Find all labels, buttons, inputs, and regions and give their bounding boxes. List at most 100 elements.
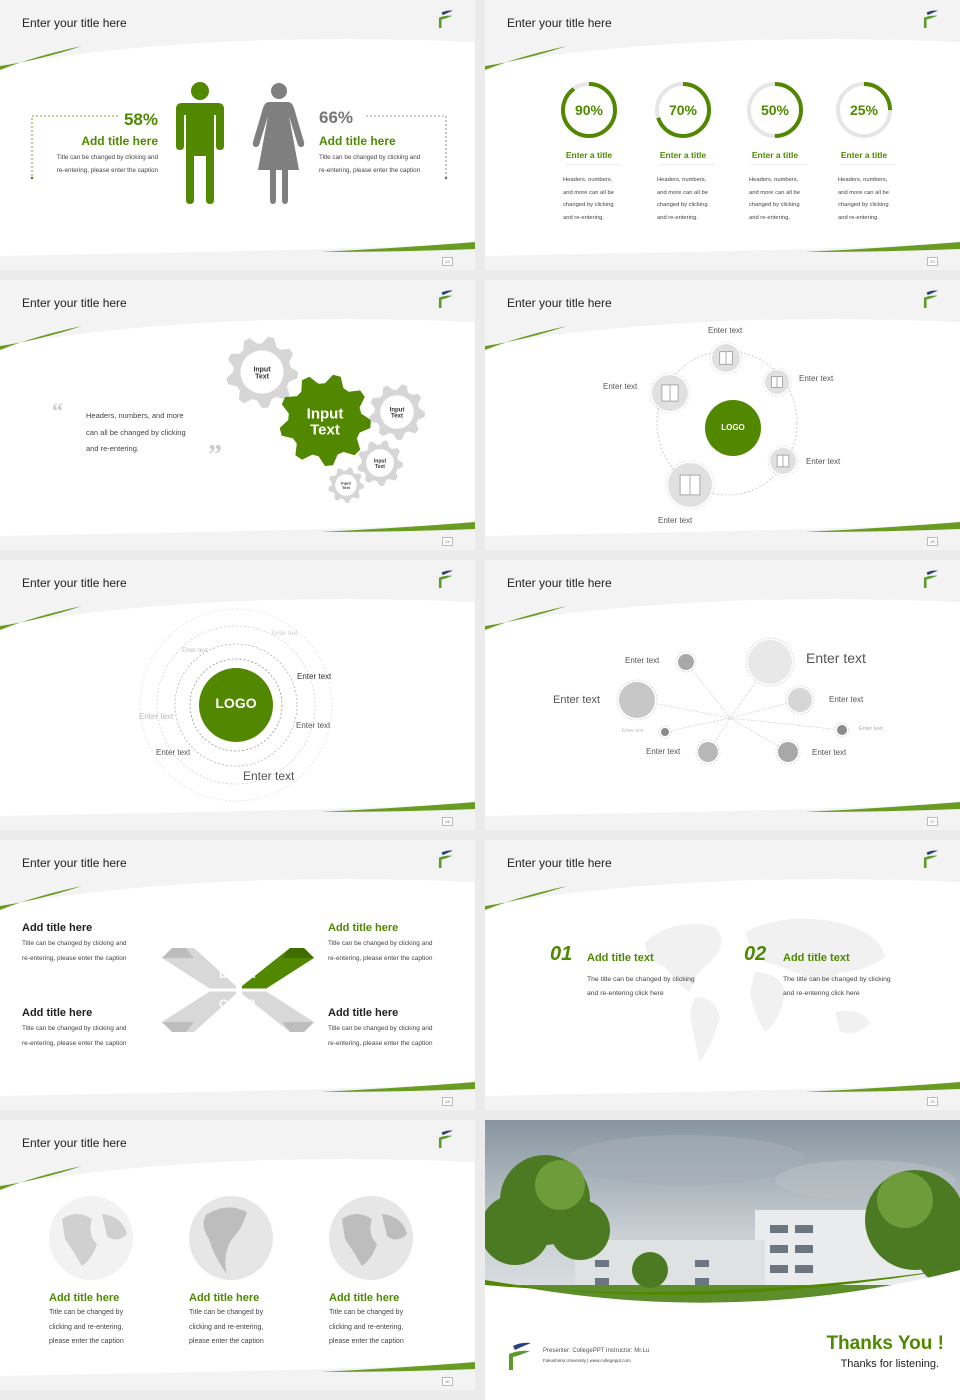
item-text: Headers, numbers, and more can all be chan… xyxy=(838,177,889,221)
progress-percent: 50% xyxy=(760,102,790,118)
slide-title: Enter your title here xyxy=(22,856,127,870)
item-heading: Enter a title xyxy=(840,150,888,160)
gear-label: Input Text xyxy=(374,459,387,470)
item-heading: Enter a title xyxy=(659,150,707,160)
male-heading: Add title here xyxy=(81,134,158,148)
block-b: Add title here Title can be changed by c… xyxy=(328,1007,433,1047)
brand-logo-icon xyxy=(438,1130,454,1148)
globe-icon xyxy=(189,1196,273,1280)
university-info: Fukushima University | www.collegeppt.co… xyxy=(543,1358,631,1363)
gears-diagram: Input TextInput TextInput TextInput TextInpu… xyxy=(226,336,425,503)
gear-label: Input Text xyxy=(307,406,344,439)
female-icon xyxy=(252,83,305,204)
ring-label: Enter text xyxy=(296,721,331,730)
letter-a: A xyxy=(247,967,256,981)
presenter-info: Presenter: CollegePPT Instructor: Mr.Lu xyxy=(543,1348,650,1354)
orbit-label: Enter text xyxy=(806,457,841,466)
slide-numbered-items[interactable]: 01 Add title text The title can be chang… xyxy=(485,840,960,1110)
bubble-label: Enter text xyxy=(625,656,660,665)
campus-photo xyxy=(485,1120,960,1310)
building-icon xyxy=(767,445,799,477)
page-number: 30 xyxy=(442,1377,453,1386)
male-caption: Title can be changed by clicking and re-e… xyxy=(56,154,158,174)
item-text: Headers, numbers, and more can all be chan… xyxy=(563,177,614,221)
slide-background xyxy=(485,39,960,256)
slide-orbit-icons[interactable]: Enter text Enter text Enter text Enter t… xyxy=(485,280,960,550)
gear-label: Input Text xyxy=(390,407,405,419)
brand-logo-icon xyxy=(923,570,939,588)
slide-title: Enter your title here xyxy=(22,1136,127,1150)
ring-label: Enter text xyxy=(297,672,332,681)
logo-label: LOGO xyxy=(215,695,257,711)
item-heading: Enter a title xyxy=(565,150,613,160)
item-heading: Add title text xyxy=(587,952,654,964)
male-icon xyxy=(176,82,224,204)
bubble xyxy=(675,651,697,673)
bubble xyxy=(658,725,672,739)
ring-label: Enter text xyxy=(243,769,295,783)
slide-progress-rings[interactable]: 90% Enter a title Headers, numbers, and mor… xyxy=(485,0,960,270)
progress-percent: 25% xyxy=(849,102,879,118)
female-caption: Title can be changed by clicking and re-e… xyxy=(319,154,421,174)
letter-b: B xyxy=(247,997,256,1011)
ring-label: Enter text xyxy=(156,748,191,757)
slide-gears[interactable]: “ Headers, numbers, and more can all be c… xyxy=(0,280,475,550)
brand-logo-icon xyxy=(438,850,454,868)
building-icon xyxy=(709,341,743,375)
page-number: 27 xyxy=(927,817,938,826)
page-number: 22 xyxy=(442,257,453,266)
page-number: 26 xyxy=(442,817,453,826)
item-heading: Add title text xyxy=(783,952,850,964)
slide-thanks[interactable]: Presenter: CollegePPT Instructor: Mr.Lu … xyxy=(485,1120,960,1400)
female-heading: Add title here xyxy=(319,134,396,148)
item-text: Headers, numbers, and more can all be chan… xyxy=(749,177,800,221)
dotted-connectors xyxy=(30,115,448,180)
bubble-label: Enter text xyxy=(806,650,866,666)
bubble xyxy=(775,739,801,765)
bubble-label: Enter text xyxy=(829,695,864,704)
letter-c: C xyxy=(219,997,228,1011)
slide-globes[interactable]: Add title here Title can be changed by cli… xyxy=(0,1120,475,1390)
bubble xyxy=(745,637,795,687)
block-a: Add title here Title can be changed by c… xyxy=(328,922,433,962)
slide-gender-stats[interactable]: 58% Add title here Title can be changed … xyxy=(0,0,475,270)
item-number: 01 xyxy=(550,943,573,965)
brand-logo-icon xyxy=(923,10,939,28)
thanks-subtitle: Thanks for listening. xyxy=(840,1358,939,1370)
letter-d: D xyxy=(219,967,228,981)
gear-label: Input Text xyxy=(253,366,271,380)
orbit-label: Enter text xyxy=(603,382,638,391)
slide-abcd-arrows[interactable]: Add title here Title can be changed by c… xyxy=(0,840,475,1110)
bubble xyxy=(834,722,850,738)
university-logo xyxy=(509,1342,531,1370)
orbit-label: Enter text xyxy=(658,516,693,525)
ring-label: Enter text xyxy=(139,712,174,721)
block-d: Add title here Title can be changed by c… xyxy=(22,922,127,962)
item-text: Headers, numbers, and more can all be chan… xyxy=(657,177,708,221)
building-icon xyxy=(665,460,715,510)
x-arrows-diagram xyxy=(162,948,314,1032)
building-icon xyxy=(762,367,792,397)
progress-percent: 70% xyxy=(668,102,698,118)
slide-bubble-network[interactable]: Enter text Enter text Enter text Enter t… xyxy=(485,560,960,830)
item-text: The title can be changed by clicking and … xyxy=(783,976,891,997)
bubble-label: Enter text xyxy=(622,728,644,734)
brand-logo-icon xyxy=(438,290,454,308)
slide-concentric[interactable]: LOGO Enter text Enter text Enter text En… xyxy=(0,560,475,830)
bubble xyxy=(695,739,721,765)
page-number: 29 xyxy=(927,1097,938,1106)
page-number: 25 xyxy=(927,537,938,546)
slide-title: Enter your title here xyxy=(507,296,612,310)
page-number: 28 xyxy=(442,1097,453,1106)
slide-title: Enter your title here xyxy=(22,296,127,310)
slide-title: Enter your title here xyxy=(507,856,612,870)
female-percent: 66% xyxy=(319,108,358,128)
slide-title: Enter your title here xyxy=(507,16,612,30)
brand-logo-icon xyxy=(438,10,454,28)
bubble-label: Enter text xyxy=(812,748,847,757)
item-heading: Enter a title xyxy=(751,150,799,160)
globe-item: Add title here Title can be changed by cli… xyxy=(329,1292,404,1345)
orbit-label: Enter text xyxy=(708,326,743,335)
ring-label: Enter text xyxy=(272,631,298,637)
slide-title: Enter your title here xyxy=(22,16,127,30)
